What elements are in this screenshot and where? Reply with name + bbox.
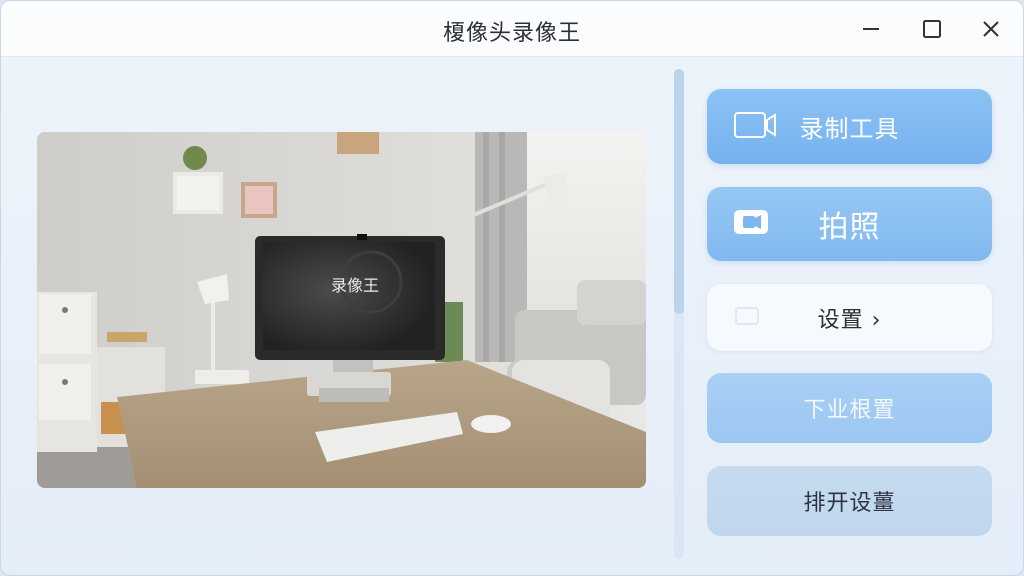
record-tools-button[interactable]: 录制工具 [707, 89, 992, 164]
placeholder-icon [733, 304, 763, 332]
minimize-button[interactable] [851, 11, 891, 47]
option-button-4-label: 排开设薑 [803, 491, 896, 516]
camera-icon [733, 207, 773, 241]
settings-label: 设置 › [817, 307, 882, 333]
scrollbar[interactable] [674, 69, 684, 559]
scrollbar-thumb[interactable] [674, 69, 684, 314]
option-button-4[interactable]: 排开设薑 [707, 466, 992, 536]
maximize-icon [922, 19, 942, 39]
maximize-button[interactable] [912, 11, 952, 47]
settings-button[interactable]: 设置 › [707, 284, 992, 351]
take-photo-button[interactable]: 拍照 [707, 187, 992, 261]
minimize-icon [861, 19, 881, 39]
monitor-screen-text: 录像王 [331, 276, 379, 295]
record-tools-label: 录制工具 [799, 115, 900, 143]
close-button[interactable] [971, 11, 1011, 47]
video-camera-icon [733, 110, 777, 144]
title-bar: 榎像头录像王 [1, 1, 1023, 57]
camera-preview[interactable]: 录像王 [37, 132, 646, 488]
preview-scene: 录像王 [37, 132, 646, 488]
option-button-3-label: 下业根置 [803, 398, 896, 423]
close-icon [981, 19, 1001, 39]
option-button-3[interactable]: 下业根置 [707, 373, 992, 443]
app-window: 榎像头录像王 录像王 录制工具 拍照 设置 › 下业根置 排开设薑 [0, 0, 1024, 576]
take-photo-label: 拍照 [818, 210, 881, 245]
